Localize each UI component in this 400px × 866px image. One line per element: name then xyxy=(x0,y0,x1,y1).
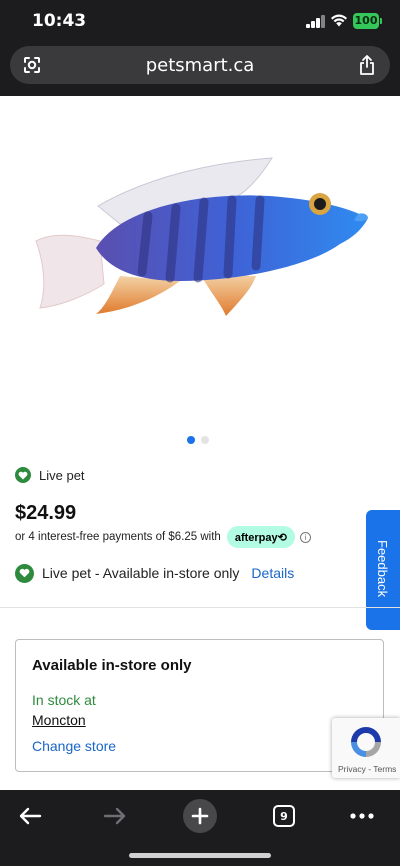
recaptcha-links[interactable]: Privacy - Terms xyxy=(338,764,396,774)
stock-status: In stock at xyxy=(32,692,96,708)
divider xyxy=(0,607,400,608)
new-tab-button[interactable] xyxy=(182,798,218,834)
back-arrow-icon xyxy=(19,807,42,825)
forward-button[interactable] xyxy=(97,798,133,834)
availability-text: Live pet - Available in-store only xyxy=(42,565,240,581)
forward-arrow-icon xyxy=(103,807,126,825)
tabs-button[interactable]: 9 xyxy=(266,798,302,834)
share-icon[interactable] xyxy=(358,54,376,76)
feedback-tab[interactable]: Feedback xyxy=(366,510,400,630)
afterpay-row: or 4 interest-free payments of $6.25 wit… xyxy=(15,526,311,548)
url-text[interactable]: petsmart.ca xyxy=(10,55,390,76)
cellular-signal-icon xyxy=(306,15,326,28)
carousel-dot-active[interactable] xyxy=(187,436,195,444)
browser-top-bar: 10:43 100 petsmart.ca xyxy=(0,0,400,96)
afterpay-badge[interactable]: afterpay⟲ xyxy=(226,526,295,548)
live-pet-label: Live pet xyxy=(39,467,85,483)
change-store-link[interactable]: Change store xyxy=(32,738,116,754)
live-pet-heart-icon xyxy=(15,467,31,483)
store-name-link[interactable]: Moncton xyxy=(32,712,86,728)
product-image[interactable] xyxy=(0,96,400,426)
live-pet-tag: Live pet xyxy=(15,466,85,484)
details-link[interactable]: Details xyxy=(251,565,294,581)
address-bar[interactable]: petsmart.ca xyxy=(10,46,390,84)
more-dots-icon xyxy=(350,813,374,819)
plus-icon xyxy=(191,807,209,825)
back-button[interactable] xyxy=(12,798,48,834)
recaptcha-icon xyxy=(351,727,381,757)
fish-photo-icon xyxy=(35,157,368,316)
home-indicator[interactable] xyxy=(129,853,271,858)
browser-bottom-toolbar: 9 xyxy=(0,790,400,866)
status-bar: 10:43 100 xyxy=(0,0,400,44)
carousel-indicator[interactable] xyxy=(187,436,217,444)
feedback-label: Feedback xyxy=(375,540,390,598)
store-card-title: Available in-store only xyxy=(32,657,192,674)
info-icon[interactable]: i xyxy=(299,531,311,543)
afterpay-text: or 4 interest-free payments of $6.25 wit… xyxy=(15,531,221,543)
product-price: $24.99 xyxy=(15,502,77,524)
status-time: 10:43 xyxy=(32,11,87,31)
wifi-icon xyxy=(331,14,347,27)
store-availability-card: Available in-store only In stock at Monc… xyxy=(15,639,384,772)
availability-row: Live pet - Available in-store only Detai… xyxy=(15,562,294,584)
live-pet-heart-icon xyxy=(15,563,34,583)
more-menu-button[interactable] xyxy=(344,798,380,834)
tab-count: 9 xyxy=(273,805,295,827)
recaptcha-badge[interactable]: Privacy - Terms xyxy=(332,718,400,778)
carousel-dot[interactable] xyxy=(201,436,209,444)
battery-icon: 100 xyxy=(353,13,382,29)
